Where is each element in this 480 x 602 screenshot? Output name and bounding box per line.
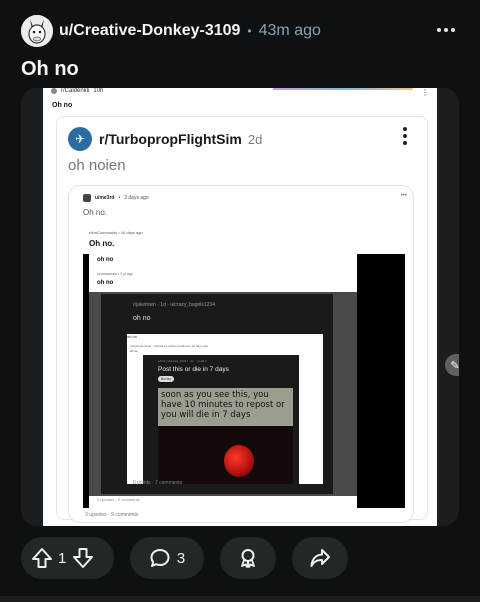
comments-button[interactable]: 3 xyxy=(130,537,204,579)
meme-caption: soon as you see this, you have 10 minute… xyxy=(158,388,293,426)
l5-title: oh no xyxy=(97,257,114,263)
nested-post-card: u/me3rd • 3 days ago ••• Oh no. r/funCom… xyxy=(68,185,414,523)
l9-title: Post this or die in 7 days xyxy=(158,366,229,373)
l4-footer: 3 upvotes · 9 comments xyxy=(85,512,139,518)
l1-time: 10h xyxy=(93,88,104,94)
l4-header: r/funCommunity • 16 days ago xyxy=(89,230,143,235)
nested-post-card: ✈ r/TurbopropFlightSim 2d oh noien u/me3… xyxy=(56,116,428,523)
post-image[interactable]: r/Caldenkli 10h ⋮ Oh no ✈ r/TurbopropFli… xyxy=(21,88,459,526)
l6-footer: 0 upvotes · 2 comments xyxy=(97,497,140,502)
l6-time: 3 yr ago xyxy=(120,272,133,276)
l7-footer: 0 points · 7 comments xyxy=(133,480,183,486)
l7-title: oh no xyxy=(133,315,151,322)
nested-post-card: u/Kirk_Marsala_36097 · 4h · i.redd.it Po… xyxy=(143,355,299,484)
more-vertical-icon xyxy=(403,127,407,145)
vote-count: 1 xyxy=(58,549,67,567)
user-icon xyxy=(83,194,91,202)
nested-post-card: oh no r/boybodyminds · Posted by u/Demon… xyxy=(127,334,323,484)
upvote-arrow-icon[interactable] xyxy=(31,547,53,569)
l3-header: u/me3rd • 3 days ago xyxy=(83,194,149,202)
screenshot-image: r/Caldenkli 10h ⋮ Oh no ✈ r/TurbopropFli… xyxy=(43,88,437,526)
nested-post-card: r/jaketown · 1d · u/crazy_bagels1234 oh … xyxy=(101,294,333,494)
post-author[interactable]: u/Creative-Donkey-3109 xyxy=(59,22,240,40)
post-header: u/Creative-Donkey-3109 • 43m ago xyxy=(21,14,461,48)
more-horizontal-icon: ••• xyxy=(400,193,407,199)
share-button[interactable] xyxy=(292,537,348,579)
l8-header: r/boybodyminds · Posted by u/Demonoffier… xyxy=(130,344,209,348)
post-time: 43m ago xyxy=(258,22,321,39)
donkey-avatar-icon[interactable] xyxy=(21,15,53,47)
l8-title: oh no xyxy=(130,349,138,353)
l2-subreddit: r/TurbopropFlightSim xyxy=(99,131,242,147)
comment-bubble-icon xyxy=(149,547,171,569)
l9-header: u/Kirk_Marsala_36097 · 4h · i.redd.it xyxy=(158,359,207,363)
l2-time: 2d xyxy=(247,131,263,147)
meta-separator: • xyxy=(247,24,252,38)
l3-title: Oh no. xyxy=(83,208,108,217)
award-button[interactable] xyxy=(220,537,276,579)
l1-subreddit: r/Caldenkli xyxy=(61,88,90,94)
l1-title: Oh no xyxy=(52,102,73,109)
l6-title: oh no xyxy=(97,280,114,286)
l4-time: 16 days ago xyxy=(120,230,143,235)
airplane-icon: ✈ xyxy=(68,127,92,151)
l2-header: ✈ r/TurbopropFlightSim 2d xyxy=(68,127,262,151)
more-horizontal-icon[interactable] xyxy=(435,22,457,38)
gradient-bar xyxy=(273,88,413,90)
post-title: Oh no xyxy=(21,58,79,80)
comment-count: 3 xyxy=(176,549,186,567)
bottom-divider xyxy=(0,596,480,602)
action-bar: 1 3 xyxy=(21,537,348,579)
share-arrow-icon xyxy=(309,547,331,569)
meme-image: soon as you see this, you have 10 minute… xyxy=(158,388,293,484)
l6-subreddit: r/companuks xyxy=(97,272,118,276)
subreddit-icon xyxy=(51,88,57,94)
l3-author: u/me3rd xyxy=(95,195,115,201)
l6-header: r/companuks • 3 yr ago xyxy=(97,272,133,276)
downvote-arrow-icon[interactable] xyxy=(72,547,94,569)
pencil-icon[interactable]: ✎ xyxy=(445,354,459,376)
l2-title: oh noien xyxy=(68,157,126,174)
l8-top: oh no xyxy=(127,334,138,339)
grey-band: r/jaketown · 1d · u/crazy_bagels1234 oh … xyxy=(89,292,357,496)
l3-time: 3 days ago xyxy=(124,195,149,201)
flair-badge: tlo tlo xyxy=(158,376,174,382)
l4-title: Oh no. xyxy=(89,239,115,248)
red-ball xyxy=(224,445,254,477)
l4-subreddit: r/funCommunity xyxy=(89,230,118,235)
more-vertical-icon: ⋮ xyxy=(421,88,429,97)
award-icon xyxy=(237,547,259,569)
l1-header: r/Caldenkli 10h xyxy=(51,88,103,94)
vote-control: 1 xyxy=(21,537,114,579)
l7-header: r/jaketown · 1d · u/crazy_bagels1234 xyxy=(133,302,215,308)
dark-collage: oh no r/companuks • 3 yr ago oh no 0 upv… xyxy=(83,254,405,508)
